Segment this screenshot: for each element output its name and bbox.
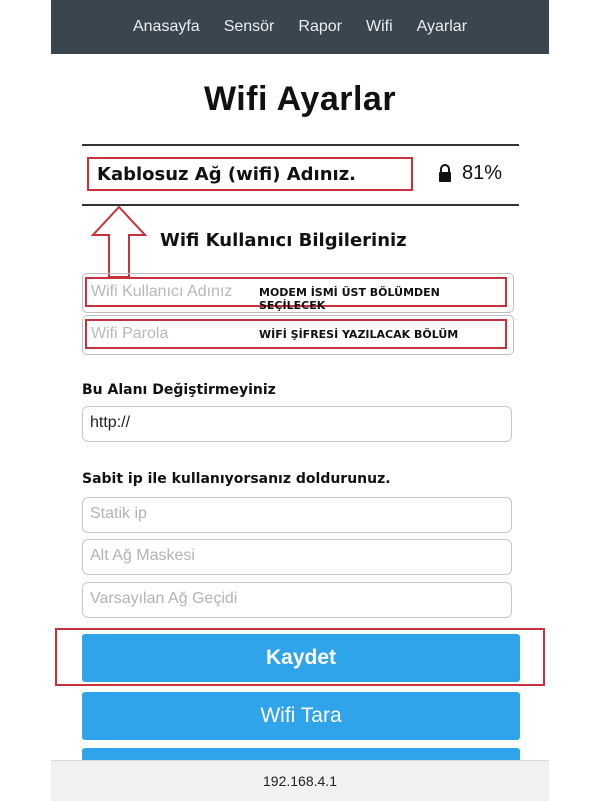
password-input[interactable]: Wifi Parola WİFİ ŞİFRESİ YAZILACAK BÖLÜM xyxy=(85,319,507,349)
nav-item-ayarlar[interactable]: Ayarlar xyxy=(405,18,479,36)
username-placeholder: Wifi Kullanıcı Adınız xyxy=(91,283,233,300)
network-name[interactable]: Kablosuz Ağ (wifi) Adınız. xyxy=(87,157,413,191)
static-ip-input[interactable]: Statik ip xyxy=(82,497,512,533)
username-note: MODEM İSMİ ÜST BÖLÜMDEN SEÇİLECEK xyxy=(259,286,440,312)
save-highlight xyxy=(55,628,545,686)
server-label: Bu Alanı Değiştirmeyiniz xyxy=(82,382,276,398)
subnet-mask-input[interactable]: Alt Ağ Maskesi xyxy=(82,539,512,575)
static-ip-label: Sabit ip ile kullanıyorsanız doldurunuz. xyxy=(82,471,391,487)
username-input[interactable]: Wifi Kullanıcı Adınız MODEM İSMİ ÜST BÖL… xyxy=(85,277,507,312)
up-arrow-icon xyxy=(91,205,147,278)
nav-item-rapor[interactable]: Rapor xyxy=(286,18,354,36)
page-title: Wifi Ayarlar xyxy=(203,80,397,118)
credentials-heading: Wifi Kullanıcı Bilgileriniz xyxy=(160,230,407,251)
nav-item-sensor[interactable]: Sensör xyxy=(212,18,287,36)
divider-bottom xyxy=(82,204,519,206)
signal-strength: 81% xyxy=(462,162,503,184)
server-input[interactable]: http:// xyxy=(82,406,512,442)
page-frame: Anasayfa Sensör Rapor Wifi Ayarlar Wifi … xyxy=(51,0,549,800)
nav-item-anasayfa[interactable]: Anasayfa xyxy=(121,18,212,36)
top-nav: Anasayfa Sensör Rapor Wifi Ayarlar xyxy=(51,0,549,54)
password-note: WİFİ ŞİFRESİ YAZILACAK BÖLÜM xyxy=(259,328,459,341)
gateway-input[interactable]: Varsayılan Ağ Geçidi xyxy=(82,582,512,618)
wifi-scan-button[interactable]: Wifi Tara xyxy=(82,692,520,740)
nav-item-wifi[interactable]: Wifi xyxy=(354,18,405,36)
network-row[interactable]: Kablosuz Ağ (wifi) Adınız. 81% xyxy=(82,146,519,204)
password-placeholder: Wifi Parola xyxy=(91,325,169,342)
lock-icon xyxy=(439,164,451,182)
browser-address-bar[interactable]: 192.168.4.1 xyxy=(51,760,549,801)
